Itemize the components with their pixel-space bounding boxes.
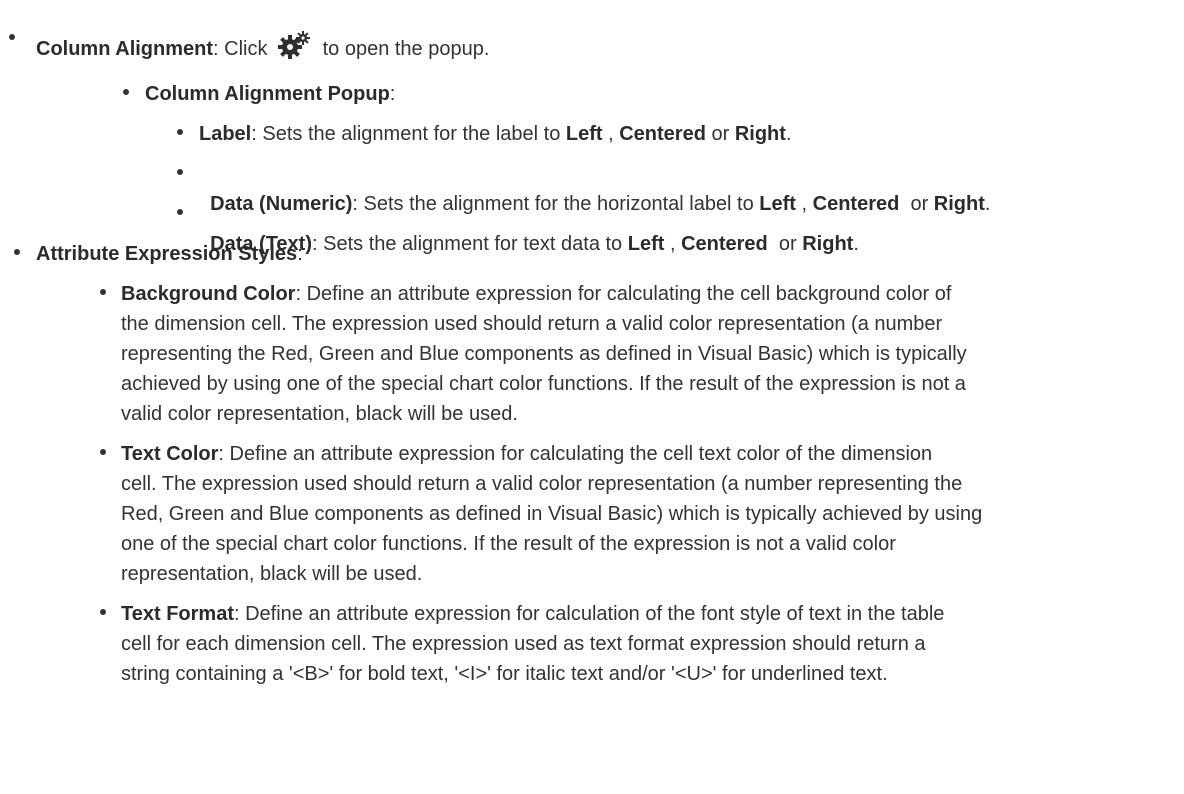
- text-format-term: Text Format: [121, 603, 234, 625]
- text-line: valid color representation, black will b…: [121, 403, 518, 425]
- text-line: : Define an attribute expression for cal…: [295, 283, 952, 305]
- column-alignment-term: Column Alignment: [36, 38, 214, 60]
- period: .: [853, 233, 859, 255]
- bullet: [177, 209, 183, 215]
- period: .: [984, 193, 991, 215]
- column-alignment-post: to open the popup.: [317, 38, 490, 60]
- bullet: [100, 289, 106, 295]
- option-left: Left: [627, 233, 665, 255]
- bullet: [123, 89, 129, 95]
- column-alignment-pre: : Click: [213, 38, 274, 60]
- text-line: representing the Red, Green and Blue com…: [121, 343, 967, 365]
- label-term: Label: [199, 123, 252, 145]
- text-line: cell. The expression used should return …: [121, 473, 963, 495]
- text-line: representation, black will be used.: [121, 563, 423, 585]
- separator: or: [705, 123, 735, 145]
- text-line: string containing a '<B>' for bold text,…: [121, 663, 888, 685]
- separator: or: [767, 233, 803, 255]
- separator: ,: [602, 123, 620, 145]
- option-right: Right: [933, 193, 985, 215]
- popup-suffix: :: [389, 83, 396, 105]
- text-line: : Define an attribute expression for cal…: [218, 443, 933, 465]
- separator: or: [899, 193, 934, 215]
- option-right: Right: [802, 233, 854, 255]
- text-line: the dimension cell. The expression used …: [121, 313, 943, 335]
- text-line: one of the special chart color functions…: [121, 533, 896, 555]
- text-line: achieved by using one of the special cha…: [121, 373, 966, 395]
- option-right: Right: [734, 123, 786, 145]
- separator: ,: [664, 233, 682, 255]
- text-line: Red, Green and Blue components as define…: [121, 503, 983, 525]
- background-color-item: Background Color: Define an attribute ex…: [121, 279, 967, 429]
- column-alignment-item: Column Alignment: Click to open the popu…: [36, 31, 489, 64]
- attribute-expression-styles-term: Attribute Expression Styles: [36, 243, 298, 265]
- option-centered: Centered: [619, 123, 706, 145]
- background-color-term: Background Color: [121, 283, 296, 305]
- text-line: : Define an attribute expression for cal…: [233, 603, 945, 625]
- bullet: [100, 609, 106, 615]
- label-desc: : Sets the alignment for the label to: [251, 123, 566, 145]
- data-text-desc: : Sets the alignment for text data to: [312, 233, 628, 255]
- period: .: [785, 123, 792, 145]
- text-format-item: Text Format: Define an attribute express…: [121, 599, 944, 689]
- bullet: [14, 249, 20, 255]
- text-color-term: Text Color: [121, 443, 219, 465]
- bullet: [177, 129, 183, 135]
- text-line: cell for each dimension cell. The expres…: [121, 633, 926, 655]
- bullet: [177, 169, 183, 175]
- label-item: Label: Sets the alignment for the label …: [199, 119, 792, 149]
- text-color-item: Text Color: Define an attribute expressi…: [121, 439, 982, 589]
- attribute-expression-styles-item: Attribute Expression Styles:: [36, 239, 303, 269]
- column-alignment-popup-item: Column Alignment Popup:: [145, 79, 395, 109]
- bullet: [9, 34, 15, 40]
- bullet: [100, 449, 106, 455]
- popup-term: Column Alignment Popup: [145, 83, 390, 105]
- option-left: Left: [565, 123, 603, 145]
- gear-settings-icon[interactable]: [277, 31, 311, 59]
- option-centered: Centered: [681, 233, 768, 255]
- attr-suffix: :: [297, 243, 303, 265]
